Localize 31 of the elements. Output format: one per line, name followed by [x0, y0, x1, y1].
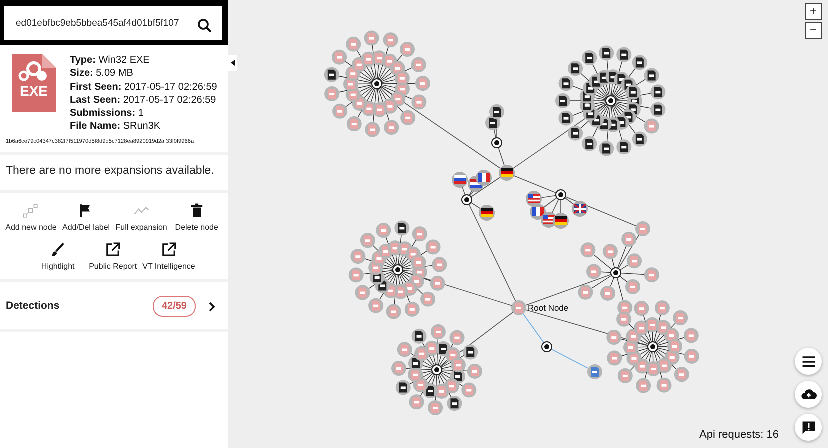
file-detail: File Name: SRun3K [70, 120, 162, 134]
zoom-out-button[interactable]: − [805, 22, 822, 39]
action-button[interactable]: Public Report [86, 242, 141, 274]
file-detail: First Seen: 2017-05-17 02:26:59 [70, 80, 218, 94]
chevron-icon[interactable] [208, 302, 216, 312]
menu-button[interactable] [795, 348, 822, 375]
action-button[interactable]: Add/Del label [58, 203, 114, 234]
feedback-icon [800, 420, 816, 436]
upload-button[interactable] [795, 381, 822, 408]
network-graph-drawing[interactable] [324, 30, 700, 416]
action-button[interactable]: VT Intelligence [140, 242, 198, 274]
file-detail: Submissions: 1 [70, 107, 145, 120]
file-type-label: EXE [18, 84, 49, 98]
zoom-in-button[interactable]: + [805, 3, 822, 20]
search-field[interactable]: ed01ebfbc9eb5bbea545af4d01bf5f107 [4, 6, 222, 40]
cloud-upload-icon [800, 386, 816, 402]
action-button[interactable]: Delete node [169, 203, 224, 234]
file-detail: Size: 5.09 MB [70, 67, 134, 81]
root-node-label: Root Node [528, 302, 569, 315]
detection-count: 42/59 [152, 296, 196, 318]
detections-label: Detections [6, 299, 60, 314]
exe-file-icon [10, 54, 58, 114]
expansion-message: There are no more expansions available. [5, 164, 216, 180]
caret-icon [230, 60, 234, 66]
file-detail: Last Seen: 2017-05-17 02:26:59 [70, 94, 218, 108]
collapse-toggle[interactable] [228, 55, 237, 71]
file-detail: Type: Win32 EXE [70, 54, 151, 68]
menu-icon [800, 354, 816, 370]
api-request-count: Api requests: 16 [700, 428, 779, 442]
feedback-button[interactable] [795, 414, 822, 441]
action-button[interactable]: Hightlight [30, 242, 86, 274]
